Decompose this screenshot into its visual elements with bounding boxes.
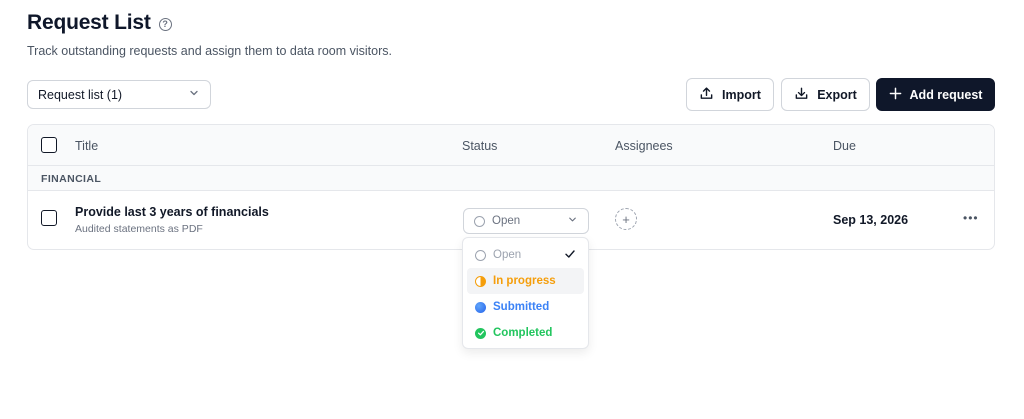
- add-request-button[interactable]: Add request: [876, 78, 995, 111]
- column-header-assignees[interactable]: Assignees: [615, 139, 673, 153]
- status-dropdown-menu: Open In progress Submitted Completed: [462, 237, 589, 349]
- status-option-label: In progress: [493, 275, 556, 287]
- import-label: Import: [722, 87, 761, 102]
- status-option-submitted[interactable]: Submitted: [467, 294, 584, 320]
- request-description: Audited statements as PDF: [75, 223, 203, 235]
- download-icon: [794, 86, 809, 104]
- status-option-label: Completed: [493, 327, 553, 339]
- request-list-select-value: Request list (1): [38, 87, 123, 102]
- column-header-due[interactable]: Due: [833, 139, 856, 153]
- status-option-label: Submitted: [493, 301, 550, 313]
- toolbar: Request list (1) Import Export Add reque…: [27, 78, 995, 111]
- open-status-icon: [475, 249, 486, 261]
- in-progress-icon: [475, 275, 486, 287]
- group-row-financial: FINANCIAL: [28, 166, 994, 191]
- status-option-completed[interactable]: Completed: [467, 320, 584, 346]
- import-button[interactable]: Import: [686, 78, 774, 111]
- chevron-down-icon: [567, 214, 578, 228]
- page-subtitle: Track outstanding requests and assign th…: [27, 44, 392, 58]
- group-label: FINANCIAL: [41, 173, 102, 185]
- more-options-icon[interactable]: •••: [963, 211, 979, 225]
- due-date: Sep 13, 2026: [833, 213, 909, 227]
- add-request-label: Add request: [909, 87, 983, 102]
- title-row: Request List ?: [27, 11, 392, 35]
- chevron-down-icon: [188, 87, 200, 102]
- request-table: Title Status Assignees Due FINANCIAL Pro…: [27, 124, 995, 250]
- select-all-checkbox[interactable]: [41, 137, 57, 153]
- column-header-status[interactable]: Status: [462, 139, 497, 153]
- export-button[interactable]: Export: [781, 78, 870, 111]
- page-header: Request List ? Track outstanding request…: [27, 11, 392, 58]
- status-option-open[interactable]: Open: [467, 242, 584, 268]
- request-list-select[interactable]: Request list (1): [27, 80, 211, 109]
- request-title[interactable]: Provide last 3 years of financials: [75, 205, 269, 219]
- submitted-icon: [475, 301, 486, 313]
- status-select[interactable]: Open: [463, 208, 589, 234]
- checkmark-icon: [564, 248, 576, 263]
- upload-icon: [699, 86, 714, 104]
- status-select-value: Open: [492, 215, 521, 227]
- help-icon[interactable]: ?: [158, 17, 172, 31]
- plus-icon: +: [622, 211, 630, 227]
- status-option-label: Open: [493, 249, 522, 261]
- completed-check-icon: [475, 327, 486, 339]
- table-header: Title Status Assignees Due: [28, 125, 994, 166]
- page-title: Request List: [27, 11, 151, 34]
- open-status-icon: [474, 215, 485, 227]
- row-checkbox[interactable]: [41, 210, 57, 226]
- column-header-title[interactable]: Title: [75, 139, 98, 153]
- add-assignee-button[interactable]: +: [615, 208, 637, 230]
- status-option-in-progress[interactable]: In progress: [467, 268, 584, 294]
- export-label: Export: [817, 87, 857, 102]
- plus-icon: [889, 87, 902, 103]
